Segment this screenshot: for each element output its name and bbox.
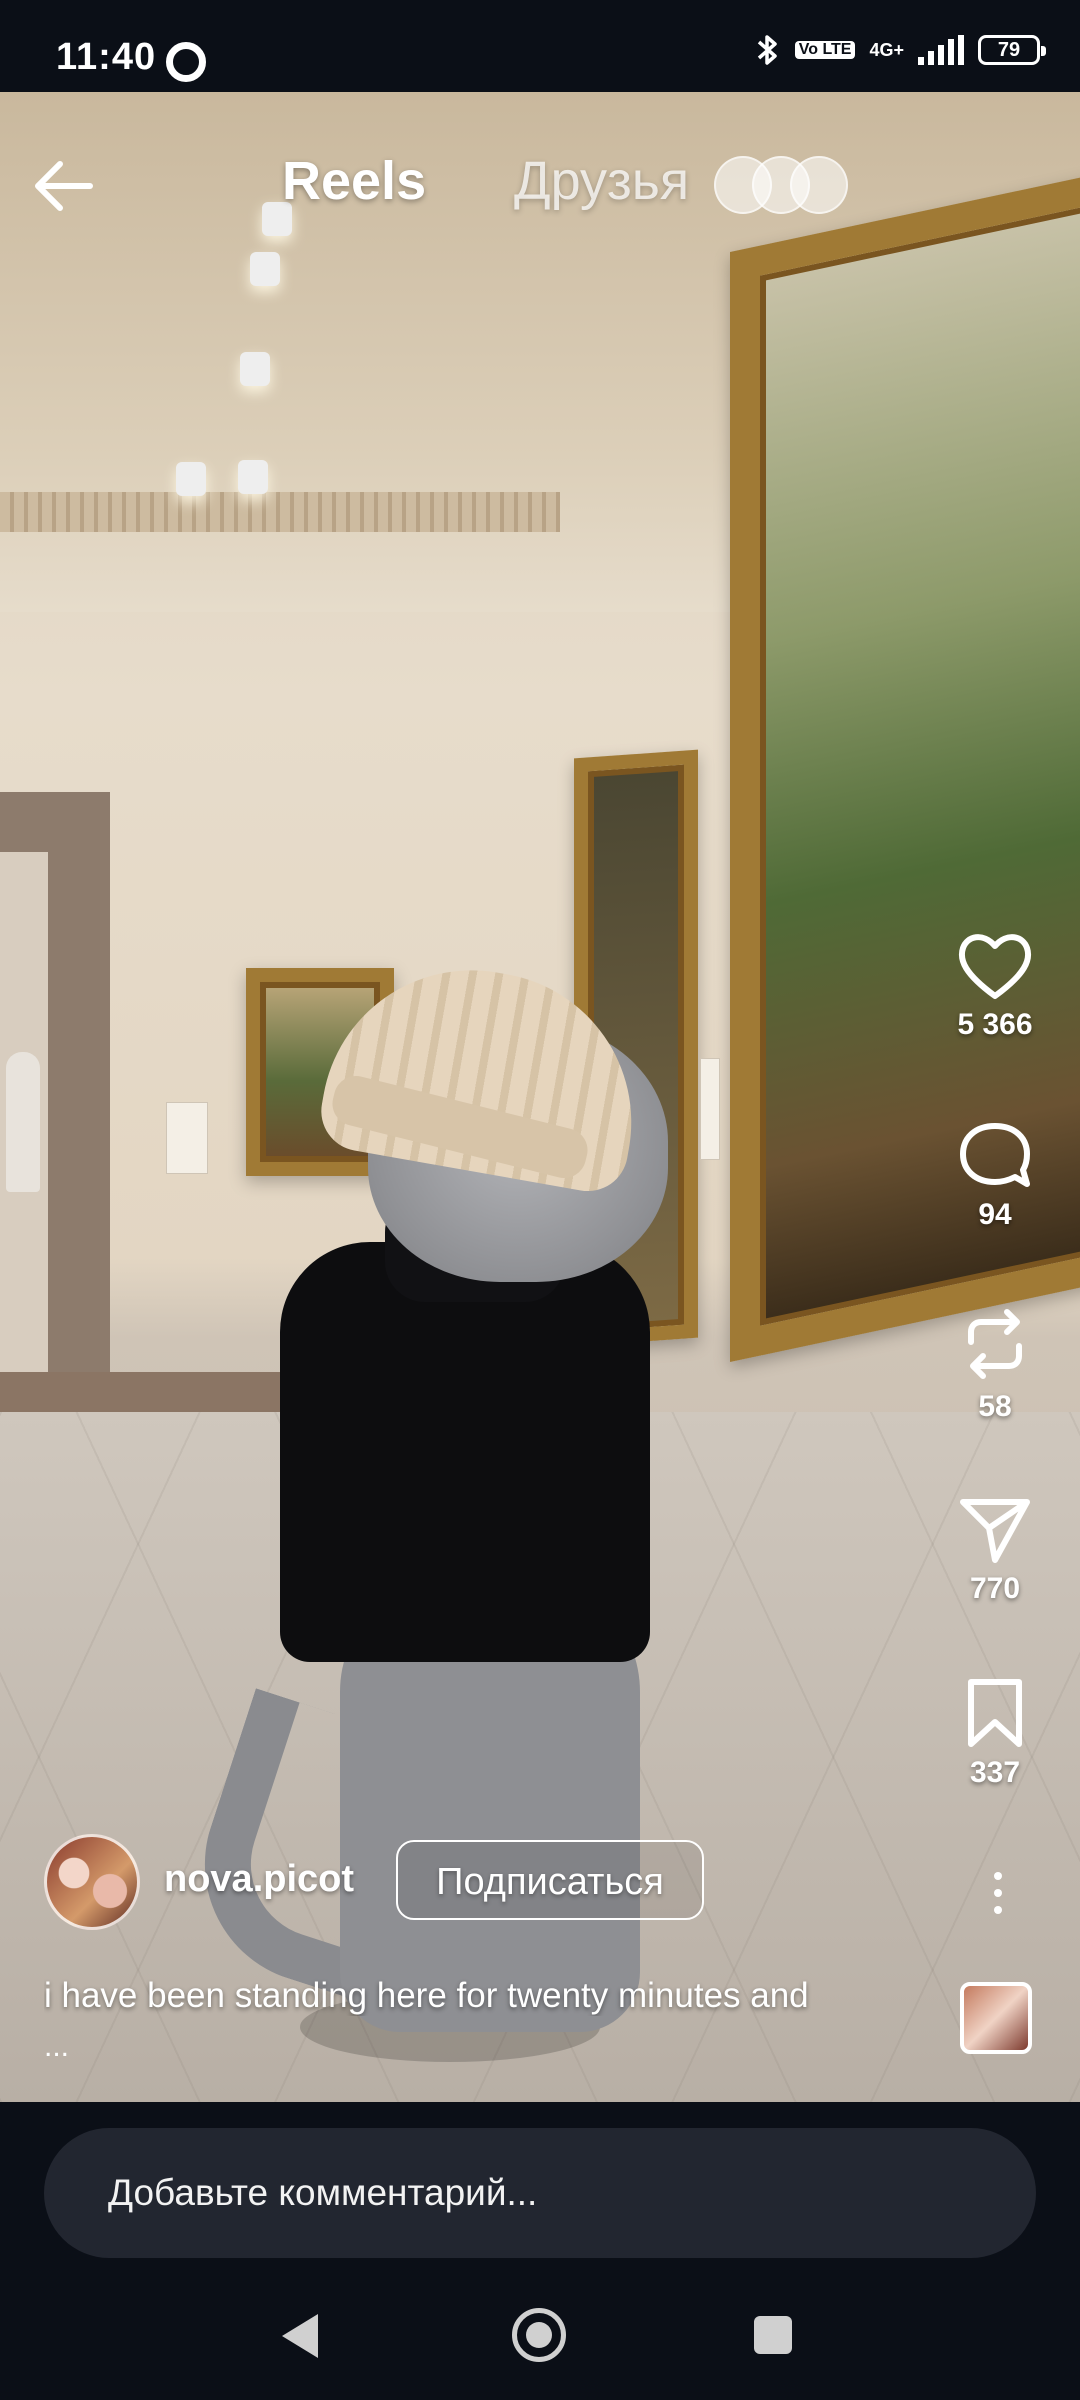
comment-button[interactable]: 94 [930,1120,1060,1232]
ceiling-molding [0,492,560,532]
network-type: 4G+ [869,40,904,60]
audio-thumbnail[interactable] [960,1982,1032,2054]
track-light [240,352,270,386]
nav-back-icon[interactable] [282,2314,318,2358]
more-options-icon[interactable] [986,1872,1010,1922]
comment-bar: Добавьте комментарий... [0,2102,1080,2282]
friend-avatar [790,156,848,214]
avatar[interactable] [44,1834,140,1930]
screen-record-icon [166,42,206,82]
wall-placard [166,1102,208,1174]
caption-more[interactable]: ... [44,2030,69,2064]
status-bar: 11:40 Vo LTE 4G+ 79 [0,0,1080,92]
nav-recents-icon[interactable] [754,2316,792,2354]
track-light [238,460,268,494]
arrow-left-icon[interactable] [30,156,96,216]
comment-count: 94 [978,1198,1012,1231]
wall-placard [700,1058,720,1160]
track-light [250,252,280,286]
author-row: nova.picot Подписаться [44,1834,944,1930]
signal-icon [918,35,964,65]
comment-icon [960,1123,1030,1187]
share-count: 770 [969,1572,1021,1605]
comment-input[interactable]: Добавьте комментарий... [44,2128,1036,2258]
heart-icon [958,934,1032,999]
cat-sweater [280,1242,650,1662]
repost-button[interactable]: 58 [930,1304,1060,1424]
share-button[interactable]: 770 [930,1494,1060,1606]
statue [6,1052,40,1192]
send-icon [960,1499,1030,1563]
tab-reels[interactable]: Reels [282,150,426,212]
nav-home-icon[interactable] [512,2308,566,2362]
repost-count: 58 [978,1390,1012,1423]
follow-button[interactable]: Подписаться [396,1840,704,1920]
repost-icon [968,1309,1022,1379]
username[interactable]: nova.picot [164,1858,354,1901]
volte-badge: Vo LTE [794,41,856,59]
save-count: 337 [969,1756,1021,1789]
friends-avatars[interactable] [714,156,864,214]
battery-level: 79 [997,38,1021,61]
battery-icon: 79 [978,35,1046,65]
system-nav-bar [0,2282,1080,2400]
bluetooth-icon [757,35,777,65]
reels-header: Reels Друзья [0,130,1080,240]
save-button[interactable]: 337 [930,1676,1060,1790]
like-button[interactable]: 5 366 [930,930,1060,1042]
status-icons: Vo LTE 4G+ 79 [755,30,1046,70]
status-time: 11:40 [56,36,157,78]
reel-video[interactable] [0,92,1080,2102]
like-count: 5 366 [957,1008,1033,1041]
tab-friends[interactable]: Друзья [514,150,689,212]
track-light [176,462,206,496]
bookmark-icon [968,1679,1022,1747]
caption[interactable]: i have been standing here for twenty min… [44,1976,944,2016]
